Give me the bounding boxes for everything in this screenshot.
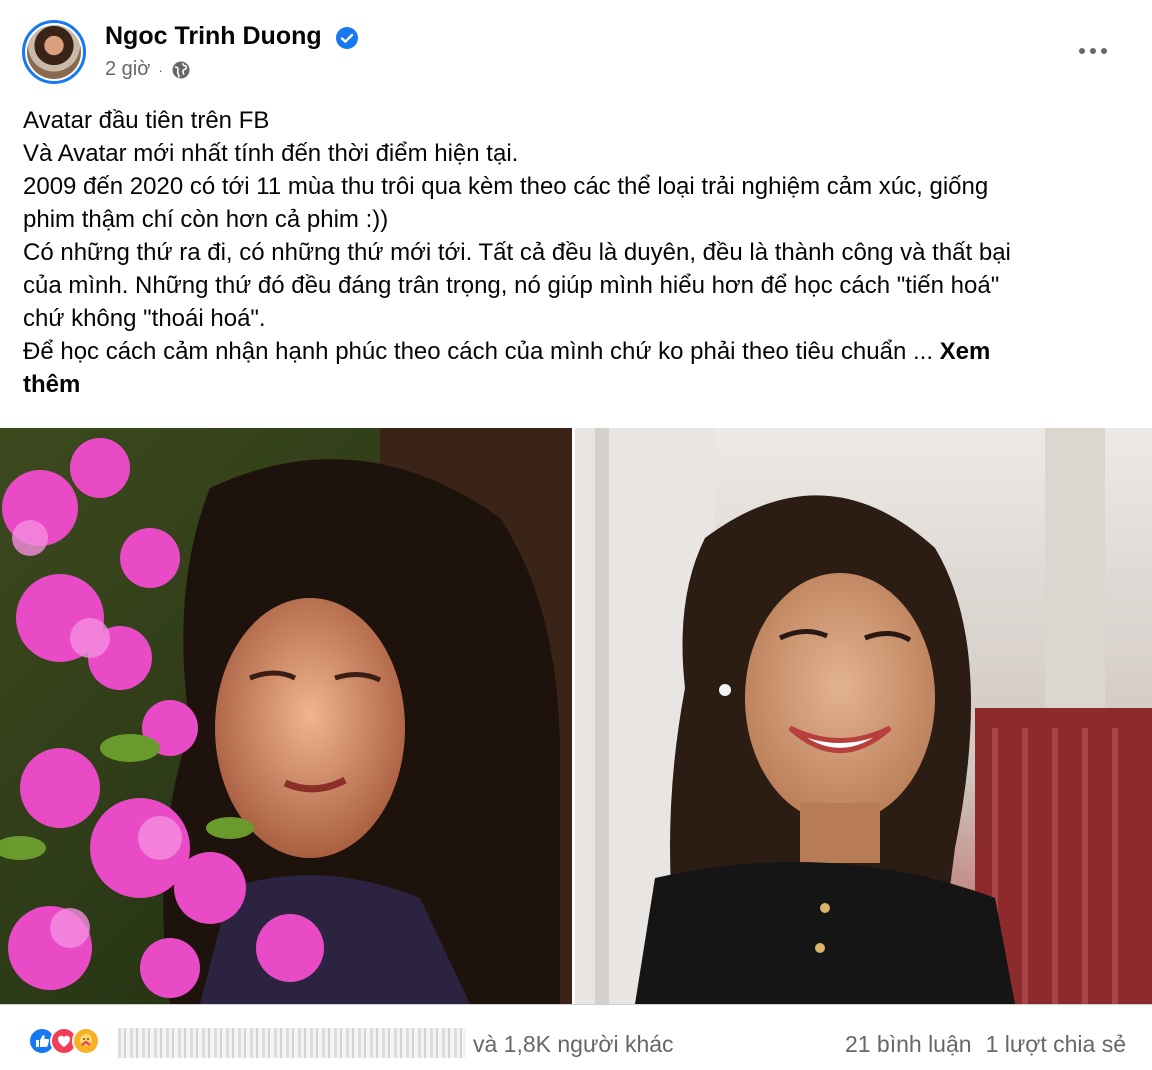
blurred-reactor-names — [118, 1028, 466, 1058]
photo-new-avatar-image — [575, 428, 1152, 1004]
photo-old-avatar-image — [0, 428, 572, 1004]
see-more-link[interactable]: Xem — [940, 338, 991, 365]
photo-old-avatar[interactable] — [0, 428, 572, 1004]
more-dot — [1101, 48, 1107, 54]
globe-icon[interactable] — [171, 60, 191, 80]
photo-new-avatar[interactable] — [575, 428, 1152, 1004]
post-text-line: phim thậm chí còn hơn cả phim :)) — [23, 206, 389, 233]
post-text-line: Và Avatar mới nhất tính đến thời điểm hi… — [23, 140, 519, 167]
comment-count[interactable]: 21 bình luận — [845, 1031, 972, 1058]
facebook-post: Ngoc Trinh Duong 2 giờ · Avatar đầu tiên… — [0, 0, 1152, 1070]
more-dot — [1079, 48, 1085, 54]
meta-separator: · — [158, 61, 164, 78]
post-text: Avatar đầu tiên trên FB Và Avatar mới nh… — [23, 104, 1123, 401]
post-time[interactable]: 2 giờ — [105, 58, 150, 81]
reaction-icons[interactable] — [28, 1027, 100, 1055]
verified-badge-icon — [336, 27, 358, 49]
more-options-button[interactable] — [1076, 36, 1110, 66]
care-icon — [72, 1027, 100, 1055]
more-dot — [1090, 48, 1096, 54]
post-text-line: Để học cách cảm nhận hạnh phúc theo cách… — [23, 338, 933, 365]
post-meta: 2 giờ · — [105, 58, 191, 81]
author-name[interactable]: Ngoc Trinh Duong — [105, 22, 322, 51]
share-count[interactable]: 1 lượt chia sẻ — [986, 1031, 1126, 1058]
post-text-line-last: Để học cách cảm nhận hạnh phúc theo cách… — [23, 335, 1123, 368]
post-footer: và 1,8K người khác 21 bình luận 1 lượt c… — [0, 1004, 1152, 1070]
post-text-line: chứ không "thoái hoá". — [23, 305, 266, 332]
post-text-line: của mình. Những thứ đó đều đáng trân trọ… — [23, 272, 1000, 299]
reaction-count[interactable]: và 1,8K người khác — [473, 1031, 674, 1058]
post-text-line: Avatar đầu tiên trên FB — [23, 107, 270, 134]
post-text-line: 2009 đến 2020 có tới 11 mùa thu trôi qua… — [23, 173, 989, 200]
see-more-continued: thêm — [23, 368, 1123, 401]
see-more-link[interactable]: thêm — [23, 371, 80, 398]
photo-grid — [0, 428, 1152, 1004]
post-stats: 21 bình luận 1 lượt chia sẻ — [845, 1031, 1126, 1058]
post-text-line: Có những thứ ra đi, có những thứ mới tới… — [23, 239, 1011, 266]
avatar-image — [27, 25, 81, 79]
author-avatar[interactable] — [22, 20, 86, 84]
